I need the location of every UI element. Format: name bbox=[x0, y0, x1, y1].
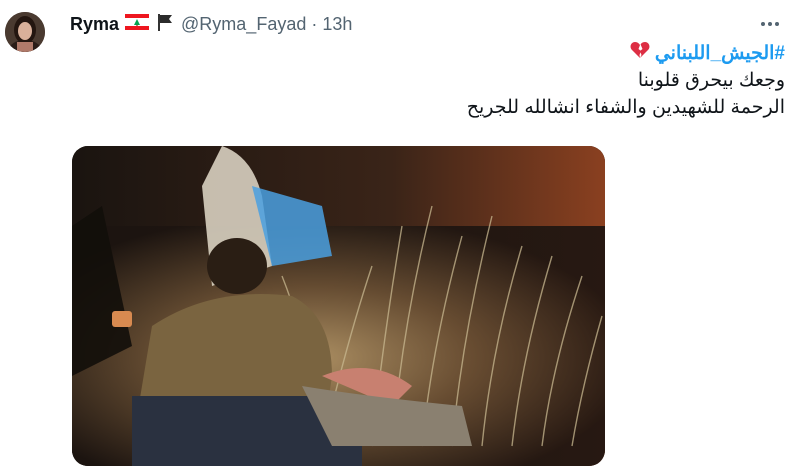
tweet-header: Ryma @Ryma_Fayad · 13h bbox=[70, 12, 352, 36]
tweet-line-2: الرحمة للشهيدين والشفاء انشالله للجريح bbox=[466, 97, 785, 119]
display-name[interactable]: Ryma bbox=[70, 14, 119, 35]
tweet-line-1: وجعك بيحرق قلوبنا bbox=[637, 70, 785, 92]
tweet-text: #الجيش_اللبناني وجعك بيحرق قلوبنا الرحمة… bbox=[85, 40, 785, 121]
hashtag-link[interactable]: #الجيش_اللبناني bbox=[655, 43, 785, 64]
tweet-photo[interactable] bbox=[72, 146, 605, 466]
more-options-icon[interactable] bbox=[758, 14, 782, 34]
avatar[interactable] bbox=[5, 12, 45, 52]
broken-heart-icon bbox=[630, 40, 650, 67]
user-handle[interactable]: @Ryma_Fayad bbox=[181, 14, 306, 35]
tweet-time[interactable]: 13h bbox=[322, 14, 352, 35]
separator-dot: · bbox=[311, 13, 318, 34]
black-flag-icon bbox=[155, 12, 175, 37]
lebanon-flag-icon bbox=[125, 13, 150, 35]
hashtag-line: #الجيش_اللبناني bbox=[85, 40, 785, 67]
